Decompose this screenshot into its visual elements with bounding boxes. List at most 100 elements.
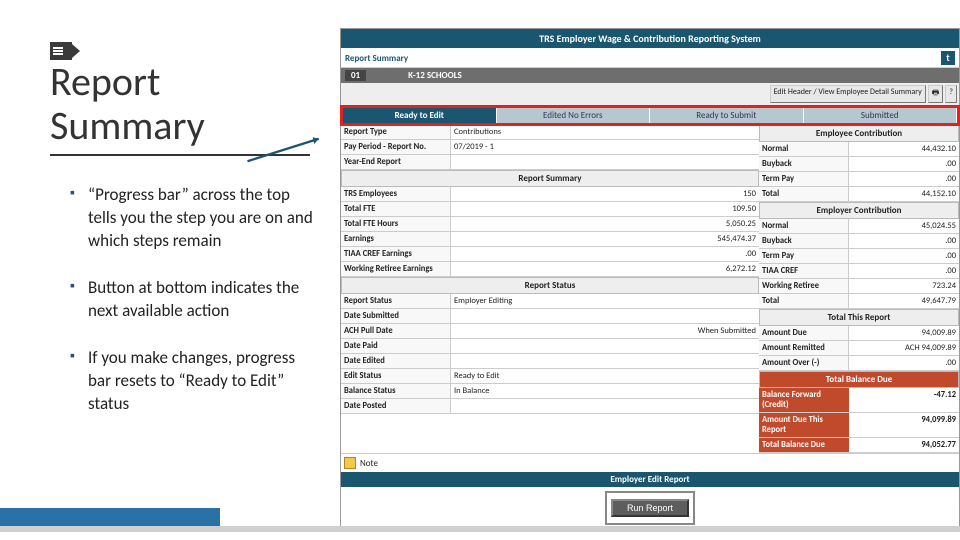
value — [451, 309, 759, 323]
progress-bar: Ready to Edit Edited No Errors Ready to … — [341, 106, 959, 125]
page-subtitle: Report Summary — [345, 53, 408, 64]
employer-contrib-header: Employer Contribution — [759, 202, 959, 219]
label: Balance Forward (Credit) — [759, 388, 849, 412]
value — [451, 339, 759, 353]
value: -47.12 — [849, 388, 959, 412]
logo-icon: t — [941, 51, 955, 65]
label: Buyback — [759, 234, 849, 248]
total-this-report-header: Total This Report — [759, 309, 959, 326]
note-row[interactable]: Note — [341, 453, 959, 472]
school-code: 01 — [345, 70, 366, 81]
progress-step-ready-to-edit[interactable]: Ready to Edit — [343, 108, 497, 123]
value: 44,432.10 — [849, 142, 959, 156]
label: TRS Employees — [341, 187, 451, 201]
label: Term Pay — [759, 249, 849, 263]
value: In Balance — [451, 384, 759, 398]
value: Contributions — [451, 125, 759, 139]
school-bar: 01 K-12 SCHOOLS — [341, 68, 959, 83]
value: 94,009.89 — [849, 326, 959, 340]
label: Date Paid — [341, 339, 451, 353]
value: .00 — [451, 247, 759, 261]
value: 94,099.89 — [849, 413, 959, 437]
help-icon[interactable]: ? — [945, 85, 957, 103]
label: Working Retiree — [759, 279, 849, 293]
value: .00 — [849, 249, 959, 263]
label: Buyback — [759, 157, 849, 171]
label: Balance Status — [341, 384, 451, 398]
value: 150 — [451, 187, 759, 201]
label: Report Status — [341, 294, 451, 308]
label: Amount Over (-) — [759, 356, 849, 370]
label: TIAA CREF — [759, 264, 849, 278]
label: Date Submitted — [341, 309, 451, 323]
note-label: Note — [360, 458, 378, 469]
label: Earnings — [341, 232, 451, 246]
value: 45,024.55 — [849, 219, 959, 233]
note-icon — [344, 457, 356, 469]
footer-stripe-grey — [0, 526, 960, 532]
label: ACH Pull Date — [341, 324, 451, 338]
app-header: TRS Employer Wage & Contribution Reporti… — [341, 29, 959, 49]
progress-step-ready-to-submit[interactable]: Ready to Submit — [650, 108, 804, 123]
value: 94,052.77 — [849, 438, 959, 452]
label: Edit Status — [341, 369, 451, 383]
label: Year-End Report — [341, 155, 451, 169]
label: Total — [759, 187, 849, 201]
value: .00 — [849, 172, 959, 186]
value: 723.24 — [849, 279, 959, 293]
value: 5,050.25 — [451, 217, 759, 231]
value: ACH 94,009.89 — [849, 341, 959, 355]
label: Report Type — [341, 125, 451, 139]
bullet-3: If you make changes, progress bar resets… — [70, 347, 320, 416]
report-summary-header: Report Summary — [341, 170, 759, 187]
bullet-list: “Progress bar” across the top tells you … — [50, 184, 320, 416]
print-icon[interactable]: 🖶 — [928, 85, 944, 103]
progress-step-submitted[interactable]: Submitted — [804, 108, 958, 123]
label: Amount Due — [759, 326, 849, 340]
bullet-2: Button at bottom indicates the next avai… — [70, 277, 320, 323]
label: Pay Period - Report No. — [341, 140, 451, 154]
label: Total Balance Due — [759, 438, 849, 452]
application-screenshot: TRS Employer Wage & Contribution Reporti… — [340, 28, 960, 530]
label: Date Posted — [341, 399, 451, 413]
label: Amount Remitted — [759, 341, 849, 355]
total-balance-due-header: Total Balance Due — [759, 371, 959, 388]
value — [451, 155, 759, 169]
value: .00 — [849, 356, 959, 370]
value: 109.50 — [451, 202, 759, 216]
label: Date Edited — [341, 354, 451, 368]
value: 49,647.79 — [849, 294, 959, 308]
edit-header-button[interactable]: Edit Header / View Employee Detail Summa… — [770, 85, 926, 103]
value: Employer Editing — [451, 294, 759, 308]
edit-report-bar: Employer Edit Report — [341, 472, 959, 487]
value: 545,474.37 — [451, 232, 759, 246]
value: .00 — [849, 157, 959, 171]
action-bar: Edit Header / View Employee Detail Summa… — [341, 83, 959, 106]
label: TIAA CREF Earnings — [341, 247, 451, 261]
footer-stripe-blue — [0, 508, 220, 526]
value: .00 — [849, 264, 959, 278]
label: Working Retiree Earnings — [341, 262, 451, 276]
value: 44,152.10 — [849, 187, 959, 201]
value: Ready to Edit — [451, 369, 759, 383]
label: Normal — [759, 219, 849, 233]
label: Term Pay — [759, 172, 849, 186]
value: When Submitted — [451, 324, 759, 338]
label: Total FTE Hours — [341, 217, 451, 231]
value — [451, 399, 759, 413]
arrow-bullet-icon — [50, 42, 72, 60]
school-name: K-12 SCHOOLS — [408, 70, 462, 81]
emp-contrib-header: Employee Contribution — [759, 125, 959, 142]
value: 07/2019 - 1 — [451, 140, 759, 154]
value — [451, 354, 759, 368]
value: .00 — [849, 234, 959, 248]
pointer-arrow — [230, 135, 340, 165]
progress-step-edited[interactable]: Edited No Errors — [497, 108, 651, 123]
value: 6,272.12 — [451, 262, 759, 276]
run-report-highlight: Run Report — [605, 491, 695, 525]
report-status-header: Report Status — [341, 277, 759, 294]
run-report-button[interactable]: Run Report — [611, 499, 689, 517]
label: Amount Due This Report — [759, 413, 849, 437]
bullet-1: “Progress bar” across the top tells you … — [70, 184, 320, 253]
label: Normal — [759, 142, 849, 156]
